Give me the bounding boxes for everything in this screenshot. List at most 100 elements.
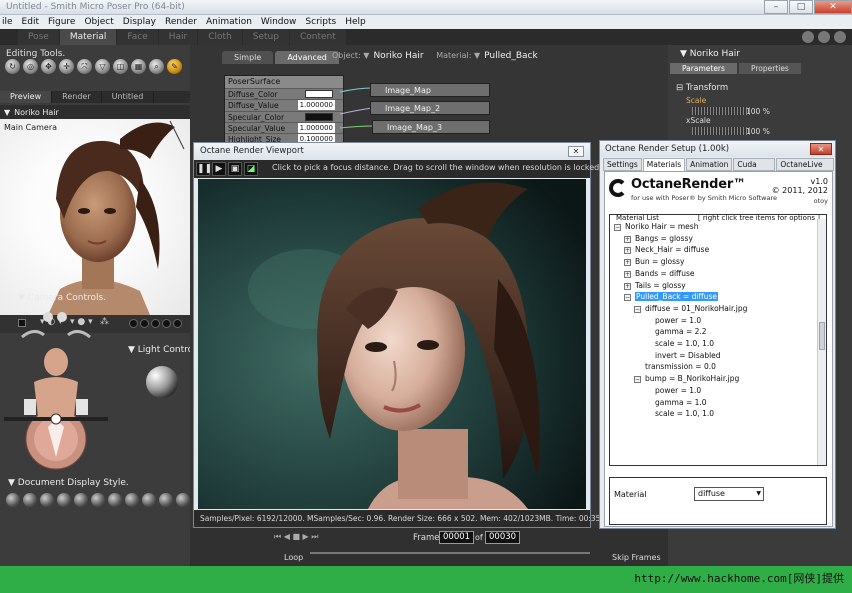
menu-object[interactable]: Object	[84, 15, 113, 29]
tab-simple[interactable]: Simple	[222, 51, 274, 64]
poser-surface-node[interactable]: PoserSurface Diffuse_Color Diffuse_Value…	[224, 75, 344, 146]
tree-item[interactable]: power = 1.0	[644, 385, 701, 396]
tree-item[interactable]: scale = 1.0, 1.0	[644, 338, 714, 349]
node-row[interactable]: Diffuse_Value 1.000000	[225, 99, 343, 111]
tree-item[interactable]: − bump = B_NorikoHair.jpg	[634, 373, 739, 384]
image-map-node[interactable]: Image_Map_2	[370, 101, 490, 115]
expand-icon[interactable]: +	[624, 259, 631, 267]
expand-icon[interactable]: +	[624, 247, 631, 255]
menu-display[interactable]: Display	[123, 15, 156, 29]
tab-preview[interactable]: Preview	[0, 91, 53, 103]
style-silhouette[interactable]	[6, 493, 20, 507]
setup-close-button[interactable]: ✕	[810, 143, 832, 155]
tree-item[interactable]: power = 1.0	[644, 315, 701, 326]
expand-icon[interactable]: +	[624, 235, 631, 243]
tree-item[interactable]: gamma = 2.2	[644, 326, 707, 337]
param-value[interactable]: 100 %	[746, 127, 770, 136]
object-select[interactable]: Noriko Hair	[373, 51, 423, 61]
menu-edit[interactable]: Edit	[22, 15, 39, 29]
skip-frames-label[interactable]: Skip Frames	[612, 553, 661, 562]
lock-icon[interactable]	[834, 31, 846, 43]
tab-animation[interactable]: Animation	[686, 158, 733, 171]
menu-animation[interactable]: Animation	[206, 15, 252, 29]
tab-setup[interactable]: Setup	[242, 29, 289, 45]
loop-label[interactable]: Loop	[284, 553, 303, 562]
transform-group[interactable]: ⊟ Transform	[676, 83, 728, 93]
tree-item[interactable]: − Noriko Hair = mesh	[614, 221, 698, 232]
playback-buttons[interactable]: ⏮ ◀ ■ ▶ ⏭	[274, 532, 318, 542]
options-icon[interactable]	[818, 31, 830, 43]
style-cartoon[interactable]	[125, 493, 139, 507]
tab-render[interactable]: Render	[52, 91, 102, 103]
close-button[interactable]: ✕	[814, 0, 852, 14]
style-lit-wireframe[interactable]	[74, 493, 88, 507]
node-row[interactable]: Specular_Value 1.000000	[225, 121, 343, 134]
tab-parameters[interactable]: Parameters	[670, 63, 737, 74]
rotate-tool-icon[interactable]: ↻	[5, 59, 20, 74]
tab-content[interactable]: Content	[289, 29, 346, 45]
timeline-slider[interactable]	[310, 552, 590, 554]
node-row[interactable]: Specular_Color	[225, 110, 343, 122]
tree-item[interactable]: + Bands = diffuse	[624, 268, 695, 279]
scrollbar-thumb[interactable]	[819, 322, 825, 350]
pause-icon[interactable]: ❚❚	[196, 162, 212, 176]
current-frame[interactable]: 00001	[439, 531, 475, 544]
tab-cloth[interactable]: Cloth	[198, 29, 242, 45]
tree-item[interactable]: + Bangs = glossy	[624, 233, 693, 244]
param-scale[interactable]: Scale 100 %	[686, 96, 826, 116]
tree-item[interactable]: + Neck_Hair = diffuse	[624, 244, 709, 255]
tab-advanced[interactable]: Advanced	[275, 51, 339, 64]
style-flat-lined[interactable]	[108, 493, 122, 507]
tree-item[interactable]: − diffuse = 01_NorikoHair.jpg	[634, 303, 747, 314]
style-wireframe[interactable]	[40, 493, 54, 507]
tree-scrollbar[interactable]	[817, 219, 826, 465]
direct-manipulation-icon[interactable]: ✎	[167, 59, 182, 74]
tab-untitled[interactable]: Untitled	[102, 91, 155, 103]
menu-figure[interactable]: Figure	[48, 15, 75, 29]
light-sphere[interactable]	[146, 366, 178, 398]
tree-item[interactable]: scale = 1.0, 1.0	[644, 408, 714, 419]
maximize-button[interactable]: □	[789, 0, 813, 14]
menu-file[interactable]: ile	[2, 15, 13, 29]
style-cartoon-line[interactable]	[142, 493, 156, 507]
total-frames[interactable]: 00030	[485, 531, 521, 544]
style-outline[interactable]	[23, 493, 37, 507]
collapse-icon[interactable]: −	[634, 305, 641, 313]
translate-in-out-icon[interactable]: ✛	[59, 59, 74, 74]
node-row-value[interactable]: 1.000000	[297, 100, 335, 111]
tab-cuda-devices[interactable]: Cuda Devices	[733, 158, 776, 181]
tree-item[interactable]: transmission = 0.0	[634, 361, 716, 372]
style-hidden-line[interactable]	[57, 493, 71, 507]
style-smooth-lined[interactable]	[176, 493, 190, 507]
translate-tool-icon[interactable]: ✥	[41, 59, 56, 74]
menu-window[interactable]: Window	[261, 15, 297, 29]
style-smooth-shaded[interactable]	[159, 493, 173, 507]
tree-item[interactable]: gamma = 1.0	[644, 397, 707, 408]
param-value[interactable]: 100 %	[746, 107, 770, 116]
minimize-button[interactable]: –	[764, 0, 788, 14]
menu-help[interactable]: Help	[345, 15, 366, 29]
layout-dot[interactable]	[162, 319, 171, 328]
tab-pose[interactable]: Pose	[18, 29, 59, 45]
view-magnifier-icon[interactable]: ⌕	[149, 59, 164, 74]
layout-dot[interactable]	[140, 319, 149, 328]
image-map-node[interactable]: Image_Map_3	[372, 120, 490, 134]
tree-item[interactable]: + Bun = glossy	[624, 256, 684, 267]
help-icon[interactable]	[802, 31, 814, 43]
scale-tool-icon[interactable]: ⤧	[77, 59, 92, 74]
collapse-icon[interactable]: −	[614, 224, 621, 231]
tab-materials[interactable]: Materials	[642, 158, 686, 171]
camera-controls[interactable]	[4, 307, 114, 473]
material-select[interactable]: Pulled_Back	[484, 51, 538, 61]
image-map-node[interactable]: Image_Map	[370, 83, 490, 97]
tab-face[interactable]: Face	[117, 29, 158, 45]
collapse-icon[interactable]: −	[634, 376, 641, 384]
style-flat-shaded[interactable]	[91, 493, 105, 507]
tree-item[interactable]: + Tails = glossy	[624, 280, 686, 291]
tree-item[interactable]: invert = Disabled	[644, 350, 721, 361]
play-icon[interactable]: ▶	[212, 162, 226, 176]
material-type-select[interactable]: diffuse	[694, 487, 764, 501]
tab-properties[interactable]: Properties	[738, 63, 801, 74]
param-dial[interactable]	[692, 107, 752, 115]
layout-dot[interactable]	[151, 319, 160, 328]
